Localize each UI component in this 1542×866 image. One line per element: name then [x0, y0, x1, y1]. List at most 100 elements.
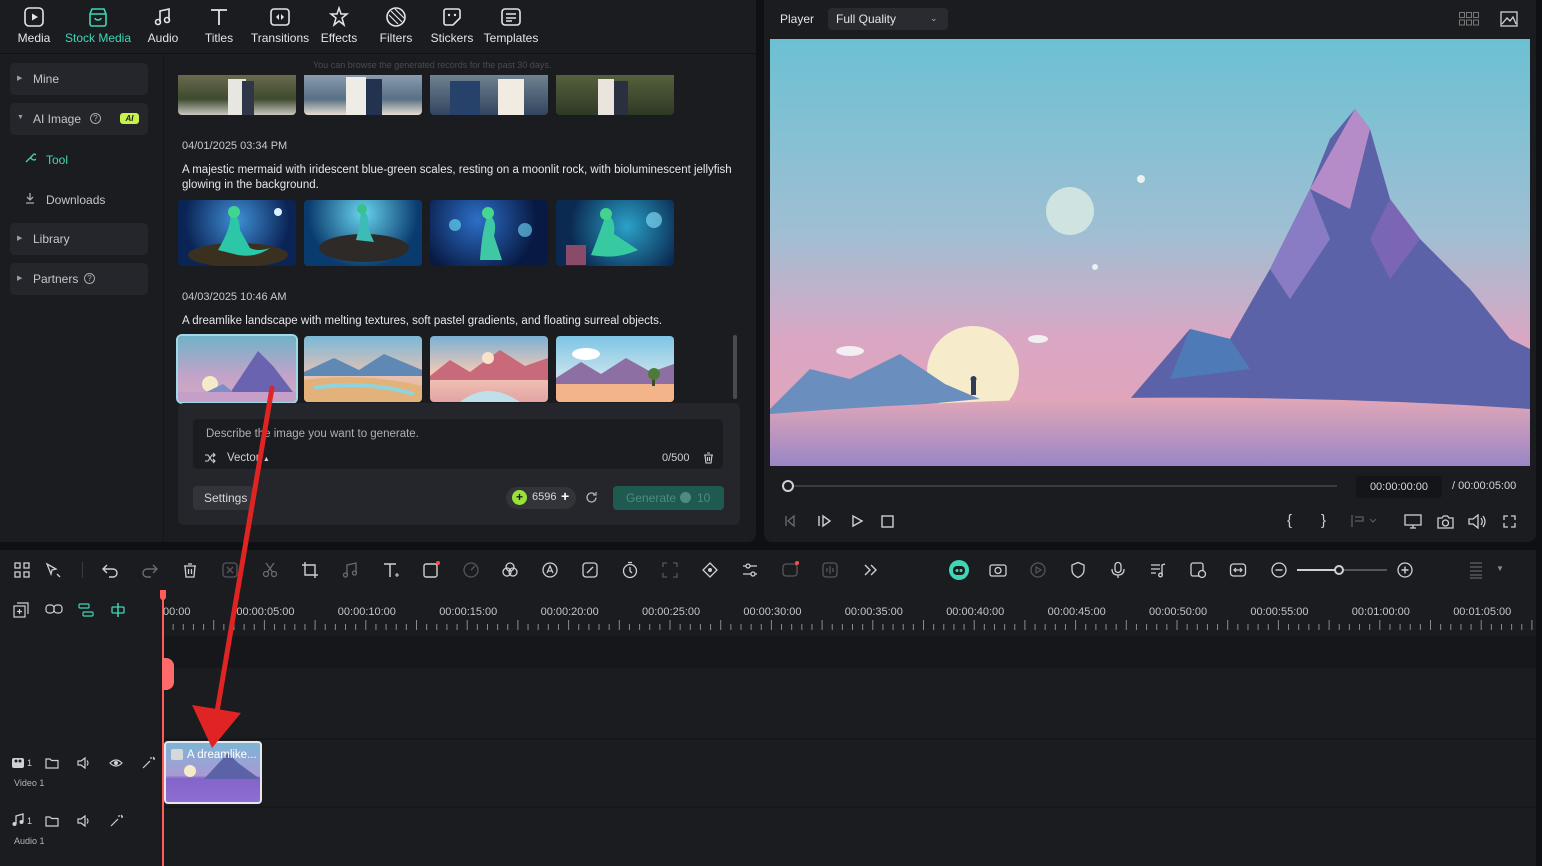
camera-fx-icon[interactable] — [989, 561, 1007, 579]
play-frame-icon[interactable] — [817, 514, 833, 528]
timeline-clip[interactable]: A dreamlike... — [164, 741, 262, 804]
trash-icon[interactable] — [703, 452, 714, 464]
credits-balance[interactable]: + 6596 + — [506, 487, 576, 509]
volume-icon[interactable] — [1468, 514, 1486, 529]
insert-marker-icon[interactable] — [1350, 514, 1378, 528]
generated-image-thumbnail[interactable] — [556, 336, 674, 402]
nav-media[interactable]: Media — [14, 6, 54, 50]
generated-image-thumbnail[interactable] — [430, 336, 548, 402]
video-track-lane[interactable] — [162, 740, 1536, 806]
track-volume-icon[interactable] — [77, 814, 91, 828]
quality-select[interactable]: Full Quality ⌄ — [828, 8, 948, 30]
undo-icon[interactable] — [101, 561, 119, 579]
media-replace-icon[interactable] — [1189, 561, 1207, 579]
magic-wand-icon[interactable] — [109, 814, 123, 828]
fit-icon[interactable] — [1229, 561, 1247, 579]
eye-icon[interactable] — [109, 756, 123, 770]
nav-filters[interactable]: Filters — [376, 6, 416, 50]
generated-image-thumbnail[interactable] — [304, 75, 422, 115]
play-icon[interactable] — [850, 514, 864, 528]
stop-icon[interactable] — [881, 515, 894, 528]
caret-down-icon[interactable]: ▼ — [1496, 564, 1504, 573]
folder-icon[interactable] — [45, 756, 59, 770]
generated-image-thumbnail[interactable] — [304, 336, 422, 402]
audio-wave-icon[interactable] — [821, 561, 839, 579]
sidebar-item-downloads[interactable]: Downloads — [24, 192, 105, 207]
sidebar-item-library[interactable]: ▶ Library — [10, 223, 148, 255]
nav-stickers[interactable]: Stickers — [430, 6, 474, 50]
help-icon[interactable]: ? — [84, 273, 95, 284]
ai-assistant-icon[interactable] — [948, 559, 970, 581]
sidebar-item-mine[interactable]: ▶ Mine — [10, 63, 148, 95]
speed-icon[interactable] — [462, 561, 480, 579]
mark-out-icon[interactable]: } — [1321, 512, 1326, 529]
shield-icon[interactable] — [1069, 561, 1087, 579]
audio-track-lane[interactable] — [162, 808, 1536, 866]
zoom-slider-handle[interactable] — [1334, 565, 1344, 575]
generated-image-thumbnail[interactable] — [556, 200, 674, 266]
nav-audio[interactable]: Audio — [143, 6, 183, 50]
color-icon[interactable] — [501, 561, 519, 579]
style-selector[interactable]: Vector ▲ — [227, 452, 270, 464]
sidebar-item-partners[interactable]: ▶ Partners ? — [10, 263, 148, 295]
microphone-icon[interactable] — [1109, 561, 1127, 579]
playback-progress-track[interactable] — [794, 485, 1337, 487]
music-list-icon[interactable] — [1149, 561, 1167, 579]
settings-button[interactable]: Settings — [193, 486, 253, 510]
snap-icon[interactable] — [110, 602, 125, 617]
current-time[interactable]: 00:00:00:00 — [1356, 476, 1442, 498]
crop-icon[interactable] — [301, 561, 319, 579]
redo-icon[interactable] — [141, 561, 159, 579]
magic-wand-icon[interactable] — [141, 756, 155, 770]
add-track-icon[interactable] — [13, 602, 29, 618]
keyframe-icon[interactable] — [701, 561, 719, 579]
generated-image-thumbnail[interactable] — [304, 200, 422, 266]
playback-scrubber-handle[interactable] — [782, 480, 794, 492]
generated-image-thumbnail-selected[interactable] — [176, 334, 298, 404]
zoom-in-icon[interactable] — [1396, 561, 1414, 579]
generated-image-thumbnail[interactable] — [430, 75, 548, 115]
render-icon[interactable] — [1029, 561, 1047, 579]
ai-tools-icon[interactable] — [541, 561, 559, 579]
folder-icon[interactable] — [45, 814, 59, 828]
generated-image-thumbnail[interactable] — [430, 200, 548, 266]
generated-image-thumbnail[interactable] — [556, 75, 674, 115]
refresh-icon[interactable] — [585, 491, 598, 504]
layout-icon[interactable] — [13, 561, 31, 579]
select-tool-icon[interactable] — [44, 561, 62, 579]
grid-options-icon[interactable] — [1467, 561, 1485, 579]
ripple-delete-icon[interactable] — [221, 561, 239, 579]
detect-icon[interactable] — [661, 561, 679, 579]
delete-icon[interactable] — [181, 561, 199, 579]
audio-edit-icon[interactable] — [341, 561, 359, 579]
generated-image-thumbnail[interactable] — [178, 75, 296, 115]
nav-effects[interactable]: Effects — [319, 6, 359, 50]
adjust-icon[interactable] — [741, 561, 759, 579]
timer-icon[interactable] — [621, 561, 639, 579]
history-scrollbar[interactable] — [733, 335, 737, 399]
display-icon[interactable] — [1404, 514, 1422, 529]
generated-image-thumbnail[interactable] — [178, 200, 296, 266]
cut-icon[interactable] — [261, 561, 279, 579]
track-manager-icon[interactable] — [78, 602, 94, 617]
image-icon[interactable] — [1500, 11, 1518, 27]
playhead[interactable] — [162, 590, 164, 866]
generate-button[interactable]: Generate 10 — [613, 486, 724, 510]
snapshot-icon[interactable] — [1437, 514, 1454, 529]
empty-track-area[interactable] — [162, 668, 1536, 738]
help-icon[interactable]: ? — [90, 113, 101, 124]
fullscreen-icon[interactable] — [1503, 515, 1516, 528]
link-icon[interactable] — [45, 602, 63, 616]
playhead-handle[interactable] — [160, 590, 166, 600]
grid-view-icon[interactable] — [1459, 12, 1479, 26]
video-preview[interactable] — [770, 39, 1530, 466]
previous-frame-icon[interactable] — [784, 514, 798, 528]
add-credits-icon[interactable]: + — [561, 488, 569, 504]
sidebar-item-tool[interactable]: Tool — [24, 152, 68, 167]
nav-titles[interactable]: Titles — [199, 6, 239, 50]
prompt-input[interactable]: Describe the image you want to generate.… — [193, 419, 723, 469]
mark-in-icon[interactable]: { — [1287, 512, 1292, 529]
nav-templates[interactable]: Templates — [483, 6, 539, 50]
playhead-grip[interactable] — [162, 658, 174, 690]
sidebar-item-ai-image[interactable]: ▼ AI Image ? AI — [10, 103, 148, 135]
